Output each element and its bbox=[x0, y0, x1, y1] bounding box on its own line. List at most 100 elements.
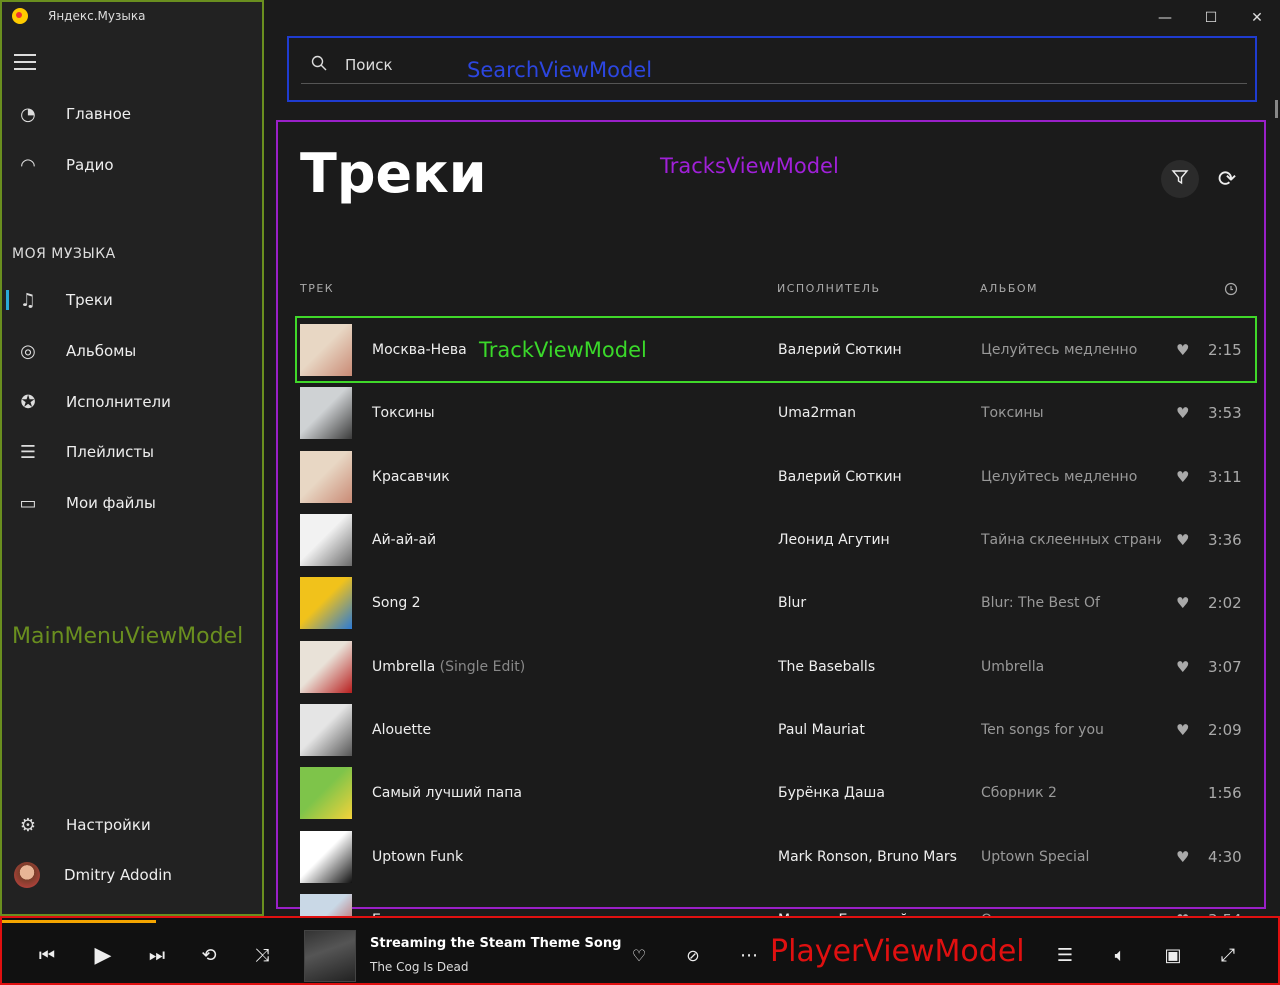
table-row[interactable]: Красавчик Валерий Сюткин Целуйтесь медленн… bbox=[300, 445, 1242, 508]
nav-item-my-files[interactable]: ▭ Мои файлы bbox=[2, 481, 264, 525]
note-icon: ♫ bbox=[19, 289, 37, 311]
track-artist[interactable]: Валерий Сюткин bbox=[778, 342, 968, 358]
now-playing-title[interactable]: Streaming the Steam Theme Song bbox=[370, 936, 621, 951]
column-header-track[interactable]: ТРЕК bbox=[300, 282, 334, 295]
nav-item-home[interactable]: ◔ Главное bbox=[2, 92, 264, 136]
more-button[interactable]: ⋯ bbox=[734, 940, 764, 970]
track-album[interactable]: Целуйтесь медленно bbox=[981, 342, 1161, 358]
heart-icon[interactable]: ♥ bbox=[1176, 848, 1189, 866]
track-artist[interactable]: Mark Ronson, Bruno Mars bbox=[778, 849, 968, 865]
shuffle-button[interactable]: ⤨ bbox=[247, 940, 277, 970]
table-row[interactable]: Alouette Paul Mauriat Ten songs for you ♥ 2:… bbox=[300, 698, 1242, 761]
track-album[interactable]: Сборник 2 bbox=[981, 785, 1161, 801]
maximize-button[interactable]: ☐ bbox=[1188, 0, 1234, 36]
refresh-button[interactable]: ⟳ bbox=[1208, 160, 1246, 198]
radio-icon: ◠ bbox=[20, 154, 36, 176]
nav-item-tracks[interactable]: ♫ Треки bbox=[2, 278, 264, 322]
table-row[interactable]: Токсины Uma2rman Токсины ♥ 3:53 bbox=[300, 381, 1242, 444]
track-title: Alouette bbox=[372, 722, 431, 738]
window-controls: — ☐ ✕ bbox=[1142, 0, 1280, 36]
playback-progress[interactable] bbox=[2, 920, 156, 923]
track-title: Токсины bbox=[372, 405, 435, 421]
queue-button[interactable]: ☰ bbox=[1050, 940, 1080, 970]
dislike-button[interactable]: ⊘ bbox=[678, 940, 708, 970]
track-duration: 3:11 bbox=[1208, 467, 1242, 486]
track-album[interactable]: Ten songs for you bbox=[981, 722, 1161, 738]
heart-icon[interactable]: ♥ bbox=[1176, 468, 1189, 486]
repeat-button[interactable]: ⟲ bbox=[194, 940, 224, 970]
nav-item-playlists[interactable]: ☰ Плейлисты bbox=[2, 430, 264, 474]
volume-button[interactable]: 🔈︎ bbox=[1105, 940, 1135, 970]
nav-item-label: Радио bbox=[66, 156, 114, 174]
column-header-artist[interactable]: ИСПОЛНИТЕЛЬ bbox=[777, 282, 881, 295]
track-artist[interactable]: The Baseballs bbox=[778, 659, 968, 675]
main-menu: Яндекс.Музыка ◔ Главное ◠ Радио МОЯ МУЗЫ… bbox=[0, 0, 264, 916]
track-subtitle: (Single Edit) bbox=[439, 658, 526, 675]
search-overlay-label: SearchViewModel bbox=[467, 58, 653, 82]
track-album[interactable]: Blur: The Best Of bbox=[981, 595, 1161, 611]
track-artist[interactable]: Paul Mauriat bbox=[778, 722, 968, 738]
track-album[interactable]: Целуйтесь медленно bbox=[981, 469, 1161, 485]
close-button[interactable]: ✕ bbox=[1234, 0, 1280, 36]
nav-item-artists[interactable]: ✪ Исполнители bbox=[2, 380, 264, 424]
table-row[interactable]: Москва-Нева Валерий Сюткин Целуйтесь медле… bbox=[295, 316, 1257, 383]
repeat-icon: ⟲ bbox=[201, 944, 217, 966]
refresh-icon: ⟳ bbox=[1217, 166, 1237, 192]
heart-icon[interactable]: ♥ bbox=[1176, 341, 1189, 359]
track-album[interactable]: Umbrella bbox=[981, 659, 1161, 675]
fullscreen-button[interactable]: ⤢ bbox=[1213, 940, 1243, 970]
table-row[interactable]: Самый лучший папа Бурёнка Даша Сборник 2 1:… bbox=[300, 761, 1242, 824]
column-header-album[interactable]: АЛЬБОМ bbox=[980, 282, 1038, 295]
mini-player-button[interactable]: ▣ bbox=[1158, 940, 1188, 970]
previous-button[interactable]: ⏮ bbox=[32, 940, 62, 970]
track-artist[interactable]: Бурёнка Даша bbox=[778, 785, 968, 801]
heart-icon[interactable]: ♥ bbox=[1176, 721, 1189, 739]
search-bar bbox=[301, 46, 1247, 84]
nav-item-albums[interactable]: ◎ Альбомы bbox=[2, 329, 264, 373]
minimize-button[interactable]: — bbox=[1142, 0, 1188, 36]
track-album[interactable]: Тайна склеенных страниц bbox=[981, 532, 1161, 548]
album-cover bbox=[300, 576, 352, 629]
table-row[interactable]: Song 2 Blur Blur: The Best Of ♥ 2:02 bbox=[300, 571, 1242, 634]
track-artist[interactable]: Uma2rman bbox=[778, 405, 968, 421]
user-profile[interactable]: Dmitry Adodin bbox=[2, 853, 264, 897]
album-cover bbox=[300, 450, 352, 503]
track-album[interactable]: Токсины bbox=[981, 405, 1161, 421]
album-cover bbox=[300, 830, 352, 883]
nav-item-label: Плейлисты bbox=[66, 443, 155, 461]
filter-button[interactable] bbox=[1161, 160, 1199, 198]
folder-icon: ▭ bbox=[19, 492, 37, 514]
track-duration: 2:02 bbox=[1208, 593, 1242, 612]
track-overlay-label: TrackViewModel bbox=[479, 337, 647, 362]
avatar bbox=[14, 862, 40, 888]
album-cover bbox=[300, 703, 352, 756]
track-artist[interactable]: Леонид Агутин bbox=[778, 532, 968, 548]
track-title: Umbrella (Single Edit) bbox=[372, 659, 525, 675]
track-artist[interactable]: Валерий Сюткин bbox=[778, 469, 968, 485]
nav-item-radio[interactable]: ◠ Радио bbox=[2, 143, 264, 187]
nav-item-settings[interactable]: ⚙ Настройки bbox=[2, 803, 264, 847]
track-album[interactable]: Uptown Special bbox=[981, 849, 1161, 865]
scrollbar[interactable] bbox=[1275, 100, 1278, 118]
next-button[interactable]: ⏭ bbox=[142, 940, 172, 970]
now-playing-artist[interactable]: The Cog Is Dead bbox=[370, 960, 468, 974]
column-header-duration[interactable] bbox=[1224, 282, 1238, 299]
track-title-text: Самый лучший папа bbox=[372, 784, 522, 801]
now-playing-cover[interactable] bbox=[304, 930, 356, 982]
nav-item-label: Мои файлы bbox=[66, 494, 156, 512]
next-icon: ⏭ bbox=[148, 944, 166, 966]
heart-icon[interactable]: ♥ bbox=[1176, 658, 1189, 676]
hamburger-menu-icon[interactable] bbox=[14, 54, 40, 72]
table-row[interactable]: Umbrella (Single Edit) The Baseballs Umbre… bbox=[300, 635, 1242, 698]
track-artist[interactable]: Blur bbox=[778, 595, 968, 611]
table-row[interactable]: Ай-ай-ай Леонид Агутин Тайна склеенных стр… bbox=[300, 508, 1242, 571]
heart-icon[interactable]: ♥ bbox=[1176, 531, 1189, 549]
playlist-icon: ☰ bbox=[19, 441, 37, 463]
table-row[interactable]: Uptown Funk Mark Ronson, Bruno Mars Uptown… bbox=[300, 825, 1242, 888]
heart-icon[interactable]: ♥ bbox=[1176, 404, 1189, 422]
play-button[interactable]: ▶ bbox=[88, 940, 118, 970]
heart-icon[interactable]: ♥ bbox=[1176, 594, 1189, 612]
like-button[interactable]: ♡ bbox=[624, 940, 654, 970]
app-title: Яндекс.Музыка bbox=[48, 9, 146, 23]
yandex-music-logo bbox=[12, 8, 28, 24]
